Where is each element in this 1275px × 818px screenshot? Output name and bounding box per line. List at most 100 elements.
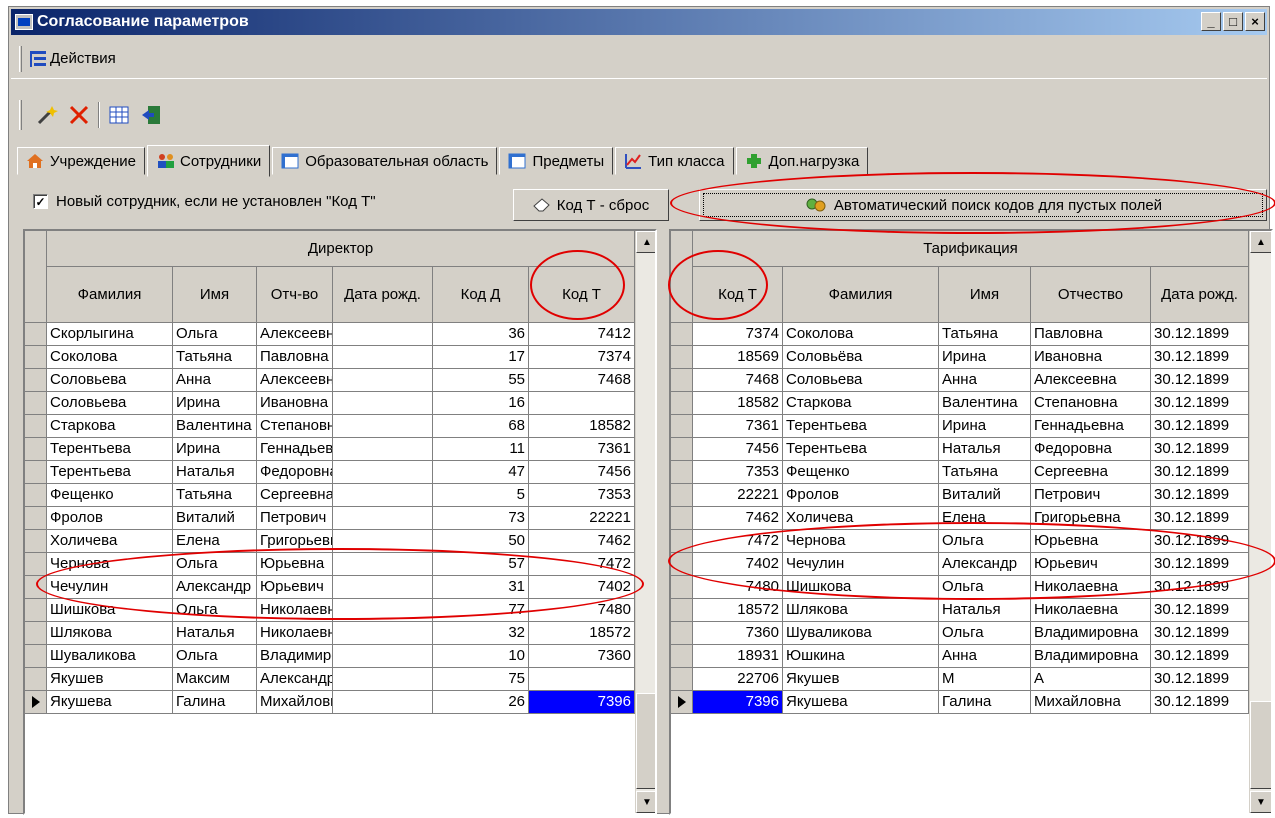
table-cell[interactable]: 7462: [529, 530, 635, 553]
table-cell[interactable]: Шишкова: [47, 599, 173, 622]
table-cell[interactable]: Терентьева: [47, 461, 173, 484]
table-cell[interactable]: Юшкина: [783, 645, 939, 668]
table-cell[interactable]: [333, 645, 433, 668]
table-cell[interactable]: Холичева: [47, 530, 173, 553]
row-indicator[interactable]: [25, 392, 47, 415]
table-cell[interactable]: [333, 346, 433, 369]
tab-employees[interactable]: Сотрудники: [147, 145, 271, 177]
table-cell[interactable]: 16: [433, 392, 529, 415]
table-cell[interactable]: 7480: [693, 576, 783, 599]
table-cell[interactable]: Старкова: [783, 392, 939, 415]
title-bar[interactable]: Согласование параметров _ □ ×: [11, 9, 1267, 35]
tab-subjects[interactable]: Предметы: [499, 147, 614, 175]
wand-button[interactable]: [34, 102, 60, 128]
table-cell[interactable]: Юрьевна: [257, 553, 333, 576]
table-cell[interactable]: 7468: [529, 369, 635, 392]
table-cell[interactable]: 5: [433, 484, 529, 507]
scroll-down-arrow[interactable]: ▼: [1250, 791, 1271, 813]
table-cell[interactable]: 7396: [529, 691, 635, 714]
table-cell[interactable]: 22221: [693, 484, 783, 507]
table-cell[interactable]: Фролов: [783, 484, 939, 507]
table-cell[interactable]: Ивановна: [1031, 346, 1151, 369]
table-cell[interactable]: 31: [433, 576, 529, 599]
table-cell[interactable]: Григорьевна: [1031, 507, 1151, 530]
table-cell[interactable]: Ирина: [939, 346, 1031, 369]
table-cell[interactable]: Анна: [173, 369, 257, 392]
table-cell[interactable]: 30.12.1899: [1151, 438, 1249, 461]
tab-institution[interactable]: Учреждение: [17, 147, 145, 175]
table-cell[interactable]: 55: [433, 369, 529, 392]
tariff-grid[interactable]: Тарификация Код Т Фамилия Имя Отчество Дата …: [669, 229, 1273, 815]
table-cell[interactable]: Сергеевна: [1031, 461, 1151, 484]
table-cell[interactable]: Ольга: [939, 530, 1031, 553]
table-cell[interactable]: А: [1031, 668, 1151, 691]
table-cell[interactable]: 18582: [529, 415, 635, 438]
table-cell[interactable]: Виталий: [173, 507, 257, 530]
table-cell[interactable]: Петрович: [257, 507, 333, 530]
table-cell[interactable]: Елена: [173, 530, 257, 553]
table-cell[interactable]: 30.12.1899: [1151, 507, 1249, 530]
director-grid[interactable]: Директор Фамилия Имя Отч-во Дата рожд. Код Д…: [23, 229, 657, 815]
table-cell[interactable]: [333, 484, 433, 507]
table-cell[interactable]: Алексеевна: [257, 323, 333, 346]
table-cell[interactable]: Григорьевна: [257, 530, 333, 553]
table-cell[interactable]: [333, 530, 433, 553]
table-cell[interactable]: Геннадьевна: [257, 438, 333, 461]
table-cell[interactable]: Ирина: [939, 415, 1031, 438]
table-cell[interactable]: 7472: [693, 530, 783, 553]
table-cell[interactable]: Холичева: [783, 507, 939, 530]
table-cell[interactable]: 77: [433, 599, 529, 622]
table-cell[interactable]: 30.12.1899: [1151, 645, 1249, 668]
table-cell[interactable]: Ольга: [173, 645, 257, 668]
table-cell[interactable]: Соловьева: [783, 369, 939, 392]
row-indicator[interactable]: [671, 323, 693, 346]
table-cell[interactable]: Наталья: [939, 599, 1031, 622]
table-cell[interactable]: Наталья: [173, 461, 257, 484]
table-cell[interactable]: Соколова: [783, 323, 939, 346]
table-cell[interactable]: Юрьевич: [257, 576, 333, 599]
table-cell[interactable]: 30.12.1899: [1151, 553, 1249, 576]
table-cell[interactable]: 7361: [693, 415, 783, 438]
table-cell[interactable]: Александр: [173, 576, 257, 599]
table-cell[interactable]: [333, 668, 433, 691]
table-cell[interactable]: 7462: [693, 507, 783, 530]
table-cell[interactable]: 30.12.1899: [1151, 668, 1249, 691]
row-indicator[interactable]: [25, 691, 47, 714]
tab-class-type[interactable]: Тип класса: [615, 147, 734, 175]
table-cell[interactable]: 36: [433, 323, 529, 346]
right-scrollbar[interactable]: ▲ ▼: [1249, 231, 1271, 813]
table-cell[interactable]: Анна: [939, 645, 1031, 668]
table-cell[interactable]: Фролов: [47, 507, 173, 530]
table-cell[interactable]: Николаевна: [1031, 599, 1151, 622]
table-cell[interactable]: Валентина: [173, 415, 257, 438]
table-cell[interactable]: Михайловна: [257, 691, 333, 714]
table-cell[interactable]: 30.12.1899: [1151, 484, 1249, 507]
table-cell[interactable]: 22221: [529, 507, 635, 530]
table-cell[interactable]: [333, 438, 433, 461]
new-employee-checkbox[interactable]: ✓: [33, 194, 48, 209]
table-cell[interactable]: 18572: [529, 622, 635, 645]
table-cell[interactable]: [529, 392, 635, 415]
table-cell[interactable]: Владимировна: [257, 645, 333, 668]
table-cell[interactable]: 10: [433, 645, 529, 668]
table-cell[interactable]: Владимировна: [1031, 622, 1151, 645]
row-indicator[interactable]: [671, 553, 693, 576]
table-cell[interactable]: Чечулин: [47, 576, 173, 599]
table-cell[interactable]: 11: [433, 438, 529, 461]
delete-button[interactable]: [66, 102, 92, 128]
table-cell[interactable]: Ольга: [173, 323, 257, 346]
table-cell[interactable]: Фещенко: [47, 484, 173, 507]
table-cell[interactable]: Александр: [939, 553, 1031, 576]
table-cell[interactable]: Терентьева: [47, 438, 173, 461]
row-indicator[interactable]: [25, 369, 47, 392]
table-cell[interactable]: Соловьёва: [783, 346, 939, 369]
table-cell[interactable]: Геннадьевна: [1031, 415, 1151, 438]
row-indicator[interactable]: [671, 392, 693, 415]
table-cell[interactable]: М: [939, 668, 1031, 691]
column-header[interactable]: Отчество: [1031, 267, 1151, 323]
table-cell[interactable]: [333, 369, 433, 392]
table-cell[interactable]: Скорлыгина: [47, 323, 173, 346]
table-cell[interactable]: 30.12.1899: [1151, 392, 1249, 415]
table-cell[interactable]: Шуваликова: [783, 622, 939, 645]
row-indicator[interactable]: [25, 553, 47, 576]
